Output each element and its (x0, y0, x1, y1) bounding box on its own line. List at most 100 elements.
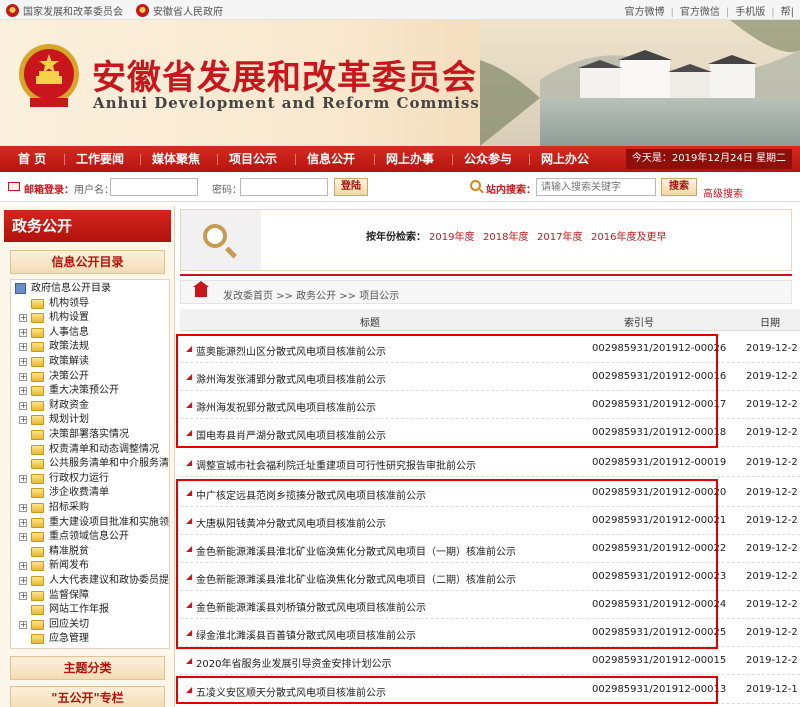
tree-item-label: 行政权力运行 (49, 472, 109, 484)
tree-item[interactable]: + 人大代表建议和政协委员提 (11, 574, 169, 588)
link-ndrc[interactable]: 国家发展和改革委员会 (6, 3, 123, 18)
nav-public-participation[interactable]: 公众参与 (464, 146, 512, 172)
tree-item[interactable]: 网站工作年报 (11, 603, 169, 617)
table-row[interactable]: ◢ 金色新能源濉溪县淮北矿业临涣焦化分散式风电项目（二期）核准前公示 0029859… (180, 563, 800, 591)
table-row[interactable]: ◢ 金色新能源濉溪县淮北矿业临涣焦化分散式风电项目（一期）核准前公示 0029859… (180, 535, 800, 563)
password-input[interactable] (240, 178, 328, 196)
notice-title[interactable]: 绿金淮北濉溪县百善镇分散式风电项目核准前公示 (196, 627, 416, 642)
breadcrumb-path[interactable]: 发改委首页 >> 政务公开 >> 项目公示 (223, 287, 399, 302)
tree-item[interactable]: + 政策法规 (11, 340, 169, 354)
notice-title[interactable]: 金色新能源濉溪县刘桥镇分散式风电项目核准前公示 (196, 599, 426, 614)
tree-item[interactable]: + 人事信息 (11, 326, 169, 340)
table-row[interactable]: ◢ 调整宣城市社会福利院迁址重建项目可行性研究报告审批前公示 002985931/2… (180, 449, 800, 477)
link-mobile[interactable]: 手机版 (729, 7, 771, 18)
nav-project-notice[interactable]: 项目公示 (229, 146, 277, 172)
tree-item[interactable]: + 新闻发布 (11, 559, 169, 573)
tree-item[interactable]: + 规划计划 (11, 413, 169, 427)
notice-title[interactable]: 五凌义安区顺天分散式风电项目核准前公示 (196, 684, 386, 699)
catalog-title[interactable]: 信息公开目录 (10, 250, 165, 274)
tree-item[interactable]: + 招标采购 (11, 501, 169, 515)
home-icon[interactable] (193, 281, 209, 297)
advanced-search-link[interactable]: 高级搜索 (703, 185, 743, 200)
expand-icon[interactable]: + (19, 591, 27, 600)
nav-online-services[interactable]: 网上办事 (386, 146, 434, 172)
tree-item[interactable]: 机构领导 (11, 297, 169, 311)
tree-item[interactable]: + 重大建设项目批准和实施领 (11, 516, 169, 530)
tree-item[interactable]: + 行政权力运行 (11, 472, 169, 486)
tree-item[interactable]: + 政策解读 (11, 355, 169, 369)
link-anhui-gov[interactable]: 安徽省人民政府 (136, 3, 223, 18)
tree-item[interactable]: + 机构设置 (11, 311, 169, 325)
nav-work-news[interactable]: 工作要闻 (76, 146, 124, 172)
tree-item[interactable]: 应急管理 (11, 632, 169, 646)
notice-title[interactable]: 大唐枞阳钱黄冲分散式风电项目核准前公示 (196, 515, 386, 530)
tree-item[interactable]: + 重大决策预公开 (11, 384, 169, 398)
table-row[interactable]: ◢ 金色新能源濉溪县刘桥镇分散式风电项目核准前公示 002985931/201912… (180, 591, 800, 619)
tree-item[interactable]: 精准脱贫 (11, 545, 169, 559)
tree-item[interactable]: 涉企收费清单 (11, 486, 169, 500)
breadcrumb: 发改委首页 >> 政务公开 >> 项目公示 (180, 280, 792, 304)
expand-icon[interactable]: + (19, 518, 27, 527)
nav-info-disclosure[interactable]: 信息公开 (307, 146, 355, 172)
topic-category-title[interactable]: 主题分类 (10, 656, 165, 680)
table-row[interactable]: ◢ 滁州海发张浦郢分散式风电项目核准前公示 002985931/201912-000… (180, 363, 800, 391)
tree-item[interactable]: 决策部署落实情况 (11, 428, 169, 442)
year-2016-earlier-link[interactable]: 2016年度及更早 (591, 228, 666, 243)
notice-title[interactable]: 滁州海发张浦郢分散式风电项目核准前公示 (196, 371, 386, 386)
notice-title[interactable]: 滁州海发祝郢分散式风电项目核准前公示 (196, 399, 376, 414)
tree-item[interactable]: 公共服务清单和中介服务清 (11, 457, 169, 471)
year-2017-link[interactable]: 2017年度 (537, 228, 582, 243)
expand-icon[interactable]: + (19, 562, 27, 571)
year-2018-link[interactable]: 2018年度 (483, 228, 528, 243)
login-button[interactable]: 登陆 (334, 178, 368, 196)
link-wechat[interactable]: 官方微信 (674, 7, 726, 18)
table-row[interactable]: ◢ 五凌义安区顺天分散式风电项目核准前公示 002985931/201912-000… (180, 676, 800, 704)
link-help[interactable]: 帮| (775, 7, 800, 18)
table-row[interactable]: ◢ 蓝奥能源烈山区分散式风电项目核准前公示 002985931/201912-000… (180, 335, 800, 363)
table-row[interactable]: ◢ 国电寿县肖严湖分散式风电项目核准前公示 002985931/201912-000… (180, 419, 800, 447)
expand-icon[interactable]: + (19, 328, 27, 337)
tree-item-label: 公共服务清单和中介服务清 (49, 458, 169, 470)
tree-item[interactable]: + 重点领域信息公开 (11, 530, 169, 544)
expand-icon[interactable]: + (19, 504, 27, 512)
expand-icon[interactable]: + (19, 533, 27, 542)
tree-item[interactable]: + 决策公开 (11, 370, 169, 384)
expand-icon[interactable]: + (19, 358, 27, 366)
notice-title[interactable]: 2020年省服务业发展引导资金安排计划公示 (196, 655, 391, 670)
tree-item[interactable]: 权责清单和动态调整情况 (11, 443, 169, 457)
tree-item[interactable]: 政府信息公开目录 (11, 282, 169, 296)
five-public-title[interactable]: "五公开"专栏 (10, 686, 165, 707)
nav-online-office[interactable]: 网上办公 (541, 146, 589, 172)
notice-index: 002985931/201912-00021 (592, 515, 727, 526)
table-row[interactable]: ◢ 绿金淮北濉溪县百善镇分散式风电项目核准前公示 002985931/201912-… (180, 619, 800, 647)
tree-item[interactable]: + 监督保障 (11, 589, 169, 603)
expand-icon[interactable]: + (19, 577, 27, 585)
year-2019-link[interactable]: 2019年度 (429, 228, 474, 243)
expand-icon[interactable]: + (19, 620, 27, 629)
tree-item[interactable]: + 财政资金 (11, 399, 169, 413)
nav-media[interactable]: 媒体聚焦 (152, 146, 200, 172)
notice-title[interactable]: 中广核定远县范岗乡揽揍分散式风电项目核准前公示 (196, 487, 426, 502)
expand-icon[interactable]: + (19, 474, 27, 483)
notice-title[interactable]: 调整宣城市社会福利院迁址重建项目可行性研究报告审批前公示 (196, 457, 476, 472)
notice-title[interactable]: 金色新能源濉溪县淮北矿业临涣焦化分散式风电项目（一期）核准前公示 (196, 543, 516, 558)
link-weibo[interactable]: 官方微博 (619, 7, 671, 18)
table-row[interactable]: ◢ 中广核定远县范岗乡揽揍分散式风电项目核准前公示 002985931/201912… (180, 479, 800, 507)
username-input[interactable] (110, 178, 198, 196)
tree-item[interactable]: + 回应关切 (11, 618, 169, 632)
expand-icon[interactable]: + (19, 314, 27, 323)
notice-title[interactable]: 金色新能源濉溪县淮北矿业临涣焦化分散式风电项目（二期）核准前公示 (196, 571, 516, 586)
table-row[interactable]: ◢ 2020年省服务业发展引导资金安排计划公示 002985931/201912-0… (180, 647, 800, 675)
table-row[interactable]: ◢ 滁州海发祝郢分散式风电项目核准前公示 002985931/201912-0001… (180, 391, 800, 419)
nav-home[interactable]: 首 页 (18, 146, 46, 172)
search-button[interactable]: 搜索 (661, 178, 697, 196)
notice-title[interactable]: 蓝奥能源烈山区分散式风电项目核准前公示 (196, 343, 386, 358)
expand-icon[interactable]: + (19, 387, 27, 396)
search-input[interactable] (536, 178, 656, 196)
table-row[interactable]: ◢ 大唐枞阳钱黄冲分散式风电项目核准前公示 002985931/201912-000… (180, 507, 800, 535)
expand-icon[interactable]: + (19, 416, 27, 425)
expand-icon[interactable]: + (19, 343, 27, 352)
notice-title[interactable]: 国电寿县肖严湖分散式风电项目核准前公示 (196, 427, 386, 442)
expand-icon[interactable]: + (19, 372, 27, 381)
expand-icon[interactable]: + (19, 401, 27, 410)
